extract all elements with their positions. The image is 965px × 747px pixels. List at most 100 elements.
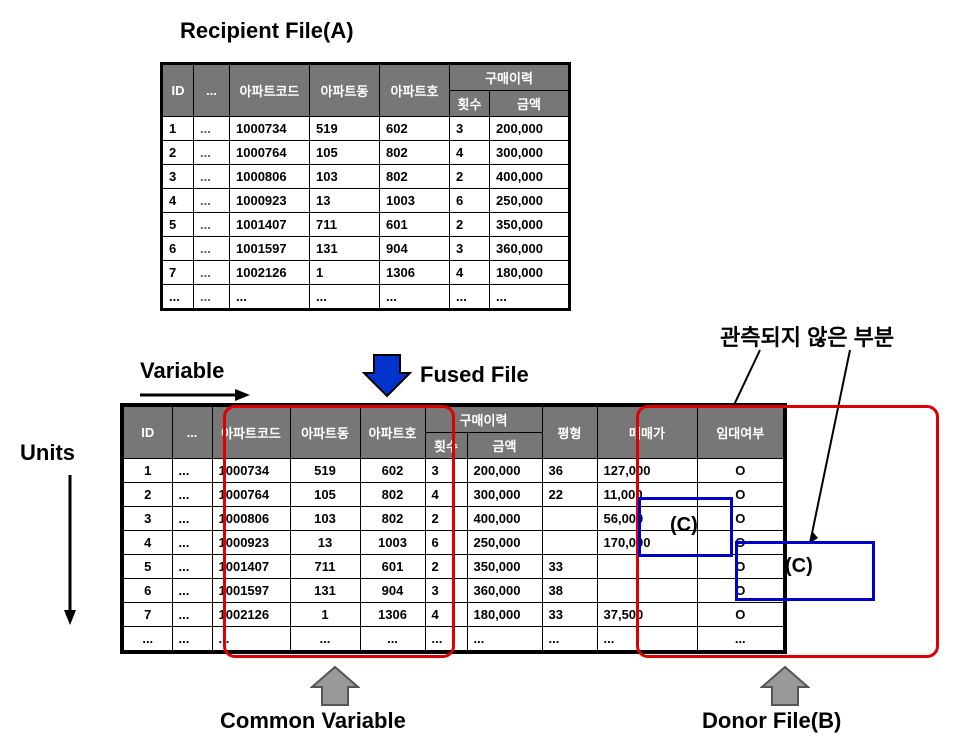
table-cell: 36 (542, 459, 597, 483)
table-cell: 3 (450, 117, 490, 141)
fh-ho: 아파트호 (360, 405, 425, 459)
table-cell: 105 (310, 141, 380, 165)
table-cell: ... (194, 189, 230, 213)
table-cell: 360,000 (467, 579, 542, 603)
table-cell: ... (122, 627, 172, 653)
table-cell: ... (194, 117, 230, 141)
table-row: 6...10015971319043360,000 (162, 237, 570, 261)
table-cell: 6 (122, 579, 172, 603)
table-cell: 180,000 (490, 261, 570, 285)
table-cell: ... (194, 213, 230, 237)
hdr-amount: 금액 (490, 91, 570, 117)
table-cell: ... (172, 627, 212, 653)
table-cell: ... (194, 165, 230, 189)
table-row: 1...10007345196023200,000 (162, 117, 570, 141)
table-cell: O (697, 507, 785, 531)
hdr-id: ID (162, 64, 194, 117)
table-cell: ... (194, 237, 230, 261)
table-cell: 127,000 (597, 459, 697, 483)
table-cell: 33 (542, 603, 597, 627)
table-cell (542, 531, 597, 555)
table-cell: ... (162, 285, 194, 310)
table-cell: ... (425, 627, 467, 653)
donor-file-label: Donor File(B) (702, 708, 841, 734)
table-cell: 2 (162, 141, 194, 165)
table-cell: 1 (290, 603, 360, 627)
table-cell: ... (360, 627, 425, 653)
table-cell: 2 (450, 165, 490, 189)
table-cell: 103 (310, 165, 380, 189)
table-cell: 1000923 (212, 531, 290, 555)
table-cell: 4 (450, 141, 490, 165)
table-cell: ... (172, 507, 212, 531)
table-row: 6...10015971319043360,00038O (122, 579, 785, 603)
table-cell: ... (172, 531, 212, 555)
table-cell: 200,000 (467, 459, 542, 483)
table-cell: 3 (425, 579, 467, 603)
fh-dong: 아파트동 (290, 405, 360, 459)
table-cell: 33 (542, 555, 597, 579)
hdr-apt-dong: 아파트동 (310, 64, 380, 117)
table-cell: 1003 (360, 531, 425, 555)
table-cell: 6 (450, 189, 490, 213)
table-cell: ... (542, 627, 597, 653)
table-cell: 519 (310, 117, 380, 141)
table-cell: 3 (122, 507, 172, 531)
table-cell: 601 (380, 213, 450, 237)
table-cell: 1003 (380, 189, 450, 213)
table-row: .............................. (122, 627, 785, 653)
table-cell: 802 (360, 483, 425, 507)
table-cell: 519 (290, 459, 360, 483)
table-cell: ... (172, 459, 212, 483)
fh-pyung: 평형 (542, 405, 597, 459)
table-cell: 250,000 (490, 189, 570, 213)
table-cell: 37,500 (597, 603, 697, 627)
hdr-apt-code: 아파트코드 (230, 64, 310, 117)
fused-file-label: Fused File (420, 362, 529, 388)
table-cell: 3 (162, 165, 194, 189)
table-cell: 180,000 (467, 603, 542, 627)
table-cell: 400,000 (467, 507, 542, 531)
blue-down-arrow-icon (362, 353, 412, 398)
table-cell: ... (490, 285, 570, 310)
table-cell: 1002126 (230, 261, 310, 285)
table-cell: 7 (162, 261, 194, 285)
unobserved-label: 관측되지 않은 부분 (720, 320, 894, 352)
variable-label: Variable (140, 358, 224, 384)
table-cell: ... (380, 285, 450, 310)
table-cell: 711 (290, 555, 360, 579)
table-cell: 103 (290, 507, 360, 531)
hdr-times: 횟수 (450, 91, 490, 117)
table-cell: 1001597 (212, 579, 290, 603)
c-label-2: (C) (785, 555, 813, 578)
table-cell: 1306 (380, 261, 450, 285)
table-cell: ... (310, 285, 380, 310)
table-cell: 1000806 (212, 507, 290, 531)
table-cell: 360,000 (490, 237, 570, 261)
table-cell: 2 (425, 555, 467, 579)
fh-id: ID (122, 405, 172, 459)
table-cell: 2 (122, 483, 172, 507)
table-cell: 3 (425, 459, 467, 483)
table-cell: 350,000 (467, 555, 542, 579)
fh-times: 횟수 (425, 433, 467, 459)
common-variable-label: Common Variable (220, 708, 406, 734)
table-cell: 4 (425, 483, 467, 507)
table-cell: 200,000 (490, 117, 570, 141)
units-arrow-icon (60, 475, 80, 625)
table-cell: 601 (360, 555, 425, 579)
table-cell: 350,000 (490, 213, 570, 237)
table-cell: 4 (450, 261, 490, 285)
table-cell: 38 (542, 579, 597, 603)
table-row: 7...1002126113064180,0003337,500O (122, 603, 785, 627)
table-cell: ... (172, 579, 212, 603)
table-cell: 7 (122, 603, 172, 627)
table-cell: ... (172, 603, 212, 627)
table-cell: 1001407 (230, 213, 310, 237)
table-cell: O (697, 459, 785, 483)
table-cell: 1 (162, 117, 194, 141)
table-cell: 1002126 (212, 603, 290, 627)
table-cell: ... (697, 627, 785, 653)
table-row: 5...10014077116012350,000 (162, 213, 570, 237)
table-cell: 1 (122, 459, 172, 483)
